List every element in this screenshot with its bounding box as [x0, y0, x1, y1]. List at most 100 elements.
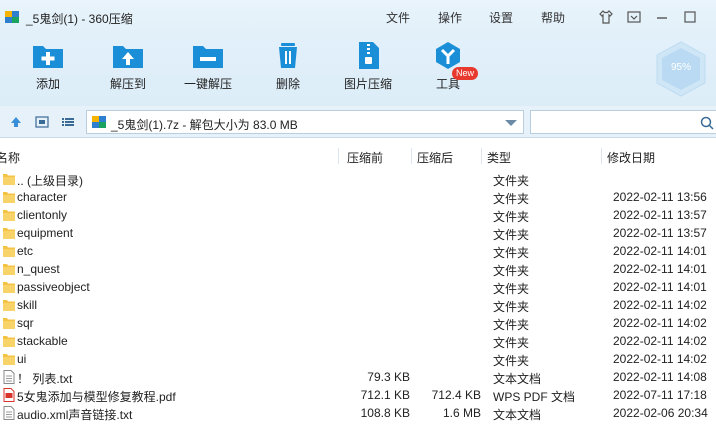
file-packed-size: 108.8 KB	[360, 406, 410, 420]
file-row[interactable]: stackable 文件夹 2022-02-11 14:02	[0, 332, 716, 350]
file-type: 文件夹	[493, 246, 530, 260]
one-click-extract-button[interactable]: 一键解压	[172, 40, 244, 100]
skin-shirt-icon[interactable]	[598, 9, 614, 25]
folder-icon	[3, 282, 15, 293]
file-type: 文件夹	[493, 318, 530, 332]
new-badge: New	[452, 67, 479, 80]
file-row[interactable]: n_quest 文件夹 2022-02-11 14:01	[0, 260, 716, 278]
menu-operate[interactable]: 操作	[438, 9, 462, 26]
extract-to-label: 解压到	[109, 77, 146, 91]
file-name: ！ 列表.txt	[17, 372, 73, 386]
folder-icon	[3, 174, 15, 185]
header-type[interactable]: 类型	[487, 149, 511, 166]
file-row[interactable]: clientonly 文件夹 2022-02-11 13:57	[0, 206, 716, 224]
list-view-icon[interactable]	[60, 114, 76, 130]
path-field[interactable]: _5鬼剑(1).7z - 解包大小为 83.0 MB	[86, 110, 524, 134]
file-name: audio.xml声音链接.txt	[17, 408, 133, 422]
folder-icon	[3, 354, 15, 365]
address-bar: _5鬼剑(1).7z - 解包大小为 83.0 MB	[0, 106, 716, 138]
file-name: etc	[17, 244, 34, 258]
one-click-extract-label: 一键解压	[183, 77, 232, 91]
file-packed-size: 79.3 KB	[367, 370, 410, 384]
file-unpacked-size: 1.6 MB	[442, 406, 481, 420]
file-row[interactable]: ！ 列表.txt 79.3 KB 文本文档 2022-02-11 14:08	[0, 368, 716, 386]
file-name: passiveobject	[17, 280, 90, 294]
file-packed-size: 712.1 KB	[360, 388, 410, 402]
file-type: 文本文档	[493, 408, 542, 422]
file-type: 文件夹	[493, 174, 530, 188]
file-row[interactable]: 5女鬼添加与模型修复教程.pdf 712.1 KB 712.4 KB WPS PDF …	[0, 386, 716, 404]
file-type: WPS PDF 文档	[493, 390, 576, 404]
file-row[interactable]: character 文件夹 2022-02-11 13:56	[0, 188, 716, 206]
extract-to-button[interactable]: 解压到	[92, 40, 164, 100]
folder-icon	[3, 300, 15, 311]
header-modified[interactable]: 修改日期	[607, 149, 655, 166]
up-arrow-icon[interactable]	[8, 114, 24, 130]
toolbar: 添加 解压到 一键解压 删除 图片压缩 工具 New	[0, 34, 716, 106]
minimize-icon[interactable]	[654, 9, 670, 25]
file-modified: 2022-02-11 14:02	[613, 334, 707, 348]
file-row[interactable]: .. (上级目录) 文件夹	[0, 170, 716, 188]
header-divider	[411, 148, 412, 164]
zip-file-icon	[359, 42, 379, 69]
folder-icon	[3, 264, 15, 275]
tools-icon	[436, 42, 460, 69]
file-name: skill	[17, 298, 37, 312]
delete-button[interactable]: 删除	[252, 40, 324, 100]
file-modified: 2022-02-11 14:02	[613, 316, 707, 330]
speed-ball-value: 95%	[670, 62, 691, 73]
file-modified: 2022-02-11 14:01	[613, 244, 707, 258]
path-dropdown-icon[interactable]	[505, 120, 517, 126]
file-type: 文件夹	[493, 336, 530, 350]
maximize-icon[interactable]	[682, 9, 698, 25]
search-field[interactable]	[530, 110, 716, 134]
file-modified: 2022-07-11 17:18	[613, 388, 707, 402]
file-modified: 2022-02-11 14:01	[613, 262, 707, 276]
header-divider	[601, 148, 602, 164]
file-type: 文本文档	[493, 372, 542, 386]
file-row[interactable]: ui 文件夹 2022-02-11 14:02	[0, 350, 716, 368]
file-modified: 2022-02-11 13:56	[613, 190, 707, 204]
file-type: 文件夹	[493, 354, 530, 368]
file-type: 文件夹	[493, 300, 530, 314]
file-type: 文件夹	[493, 264, 530, 278]
header-divider	[481, 148, 482, 164]
header-divider	[338, 148, 339, 164]
file-modified: 2022-02-11 14:02	[613, 298, 707, 312]
file-type: 文件夹	[493, 210, 530, 224]
file-row[interactable]: sqr 文件夹 2022-02-11 14:02	[0, 314, 716, 332]
thumbnail-view-icon[interactable]	[34, 114, 50, 130]
file-name: clientonly	[17, 208, 68, 222]
header-unpacked[interactable]: 压缩后	[417, 149, 453, 166]
file-modified: 2022-02-11 14:01	[613, 280, 707, 294]
folder-icon	[3, 228, 15, 239]
file-row[interactable]: skill 文件夹 2022-02-11 14:02	[0, 296, 716, 314]
file-name: stackable	[17, 334, 68, 348]
file-unpacked-size: 712.4 KB	[431, 388, 481, 402]
file-row[interactable]: equipment 文件夹 2022-02-11 13:57	[0, 224, 716, 242]
file-name: ui	[17, 352, 27, 366]
trash-icon	[279, 43, 297, 68]
file-type: 文件夹	[493, 228, 530, 242]
file-row[interactable]: audio.xml声音链接.txt 108.8 KB 1.6 MB 文本文档 2022-…	[0, 404, 716, 422]
add-button[interactable]: 添加	[12, 40, 84, 100]
pdf-file-icon	[3, 388, 15, 402]
window-title: _5鬼剑(1) - 360压缩	[26, 12, 133, 26]
menu-file[interactable]: 文件	[386, 9, 410, 26]
file-row[interactable]: etc 文件夹 2022-02-11 14:01	[0, 242, 716, 260]
add-label: 添加	[35, 77, 60, 91]
folder-icon	[3, 210, 15, 221]
image-compress-button[interactable]: 图片压缩	[332, 40, 404, 100]
menu-dropdown-icon[interactable]	[626, 9, 642, 25]
search-icon[interactable]	[699, 115, 715, 131]
file-row[interactable]: passiveobject 文件夹 2022-02-11 14:01	[0, 278, 716, 296]
header-name[interactable]: 名称	[0, 149, 20, 166]
file-type: 文件夹	[493, 282, 530, 296]
file-modified: 2022-02-06 20:34	[613, 406, 708, 420]
menu-help[interactable]: 帮助	[541, 9, 565, 26]
archive-icon	[92, 116, 106, 128]
file-modified: 2022-02-11 13:57	[613, 208, 707, 222]
header-packed[interactable]: 压缩前	[347, 149, 383, 166]
file-modified: 2022-02-11 14:08	[613, 370, 707, 384]
menu-settings[interactable]: 设置	[489, 9, 513, 26]
